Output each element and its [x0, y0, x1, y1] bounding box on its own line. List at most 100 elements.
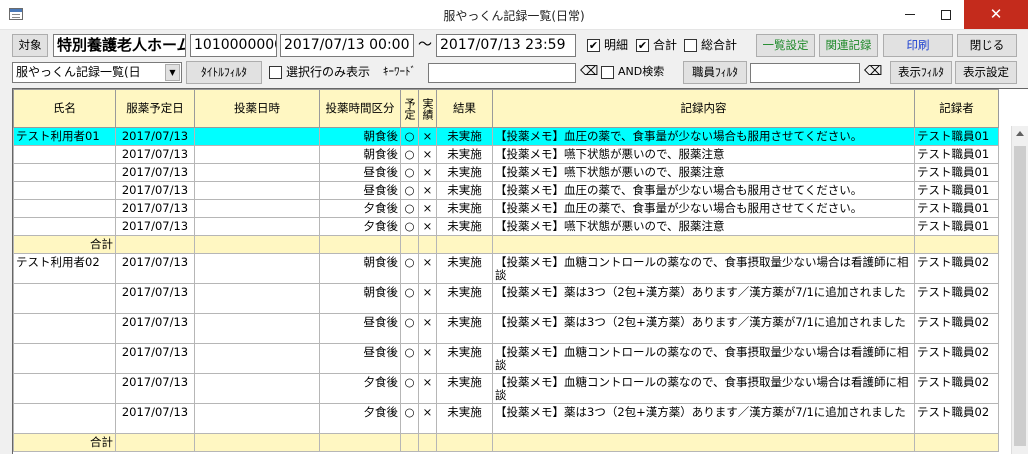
table-row[interactable]: 2017/07/13 夕食後 ○ × 未実施 【投薬メモ】薬は3つ（2包+漢方薬）あります… [13, 403, 999, 434]
table-row[interactable]: 2017/07/13 昼食後 ○ × 未実施 【投薬メモ】血糖コントロールの薬なので、食事… [13, 343, 999, 374]
column-header-name[interactable]: 氏名 [13, 89, 116, 128]
staff-filter-input[interactable] [750, 63, 860, 83]
cell-dose-time [194, 373, 320, 404]
cell-name [13, 163, 116, 182]
display-filter-button[interactable]: 表示ﾌｨﾙﾀ [890, 61, 952, 84]
subtotal-cell [492, 235, 915, 254]
column-header-scheduled-date[interactable]: 服薬予定日 [115, 89, 195, 128]
close-button[interactable]: 閉じる [957, 34, 1017, 57]
cell-recorder: テスト職員02 [914, 343, 999, 374]
cell-scheduled-date: 2017/07/13 [115, 253, 195, 284]
column-header-dose-time[interactable]: 投薬日時 [194, 89, 320, 128]
record-grid[interactable]: 氏名 服薬予定日 投薬日時 投薬時間区分 予定 実績 結果 記録内容 記録者 テ… [12, 88, 1028, 454]
and-search-checkbox[interactable] [601, 66, 614, 79]
column-header-content[interactable]: 記録内容 [492, 89, 915, 128]
column-header-time-period[interactable]: 投薬時間区分 [319, 89, 401, 128]
cell-plan: ○ [400, 343, 419, 374]
subtotal-cell [418, 433, 437, 452]
column-header-plan[interactable]: 予定 [400, 89, 419, 128]
window-title: 服やっくん記録一覧(日常) [443, 9, 585, 23]
cell-scheduled-date: 2017/07/13 [115, 373, 195, 404]
table-row[interactable]: 2017/07/13 夕食後 ○ × 未実施 【投薬メモ】血糖コントロールの薬なので、食事… [13, 373, 999, 404]
subtotal-row[interactable]: 合計 [13, 235, 999, 254]
table-row[interactable]: テスト利用者02 2017/07/13 朝食後 ○ × 未実施 【投薬メモ】血糖コントロール… [13, 253, 999, 284]
cell-content: 【投薬メモ】血糖コントロールの薬なので、食事摂取量少ない場合は看護師に相談 [492, 373, 915, 404]
scroll-up-icon[interactable] [1016, 131, 1024, 136]
table-header: 氏名 服薬予定日 投薬日時 投薬時間区分 予定 実績 結果 記録内容 記録者 [13, 89, 999, 128]
subtotal-cell [436, 235, 493, 254]
table-row[interactable]: 2017/07/13 朝食後 ○ × 未実施 【投薬メモ】嚥下状態が悪いので、服薬注意 テス… [13, 145, 999, 164]
cell-recorder: テスト職員01 [914, 163, 999, 182]
table-row[interactable]: 2017/07/13 昼食後 ○ × 未実施 【投薬メモ】薬は3つ（2包+漢方薬）あります… [13, 313, 999, 344]
cell-recorder: テスト職員01 [914, 127, 999, 146]
vertical-scrollbar[interactable] [1011, 126, 1028, 454]
column-header-actual[interactable]: 実績 [418, 89, 437, 128]
eraser-icon[interactable]: ⌫ [864, 61, 882, 83]
cell-dose-time [194, 163, 320, 182]
list-type-select[interactable]: 服やっくん記録一覧(日 ▼ [12, 62, 182, 83]
cell-content: 【投薬メモ】薬は3つ（2包+漢方薬）あります／漢方薬が7/1に追加されました [492, 283, 915, 314]
subtotal-row[interactable]: 合計 [13, 433, 999, 452]
table-row[interactable]: 2017/07/13 朝食後 ○ × 未実施 【投薬メモ】薬は3つ（2包+漢方薬）あります… [13, 283, 999, 314]
table-row[interactable]: 2017/07/13 昼食後 ○ × 未実施 【投薬メモ】嚥下状態が悪いので、服薬注意 テス… [13, 163, 999, 182]
close-window-button[interactable]: ✕ [964, 0, 1028, 29]
related-records-button[interactable]: 関連記録 [819, 34, 878, 57]
date-to-field[interactable]: 2017/07/13 23:59 [436, 34, 576, 57]
cell-name [13, 403, 116, 434]
cell-recorder: テスト職員02 [914, 403, 999, 434]
cell-name [13, 181, 116, 200]
close-icon: ✕ [989, 5, 1003, 23]
cell-actual: × [418, 217, 437, 236]
keyword-input[interactable] [428, 63, 576, 83]
minimize-icon [905, 14, 915, 15]
column-header-recorder[interactable]: 記録者 [914, 89, 999, 128]
cell-dose-time [194, 253, 320, 284]
cell-plan: ○ [400, 283, 419, 314]
cell-time-period: 夕食後 [319, 373, 401, 404]
facility-code-field[interactable]: 1010000000 [190, 34, 277, 57]
table-row[interactable]: 2017/07/13 夕食後 ○ × 未実施 【投薬メモ】嚥下状態が悪いので、服薬注意 テス… [13, 217, 999, 236]
cell-content: 【投薬メモ】血圧の薬で、食事量が少ない場合も服用させてください。 [492, 181, 915, 200]
cell-result: 未実施 [436, 373, 493, 404]
cell-result: 未実施 [436, 313, 493, 344]
eraser-icon[interactable]: ⌫ [580, 61, 598, 83]
cell-time-period: 昼食後 [319, 313, 401, 344]
table-row[interactable]: 2017/07/13 昼食後 ○ × 未実施 【投薬メモ】血圧の薬で、食事量が少ない場合も… [13, 181, 999, 200]
facility-name-field[interactable]: 特別養護老人ホーム [53, 34, 186, 57]
minimize-button[interactable] [893, 0, 927, 29]
cell-result: 未実施 [436, 403, 493, 434]
list-settings-button[interactable]: 一覧設定 [756, 34, 815, 57]
column-header-result[interactable]: 結果 [436, 89, 493, 128]
check-icon: ✔ [637, 39, 648, 52]
display-settings-button[interactable]: 表示設定 [955, 61, 1017, 84]
staff-filter-button[interactable]: 職員ﾌｨﾙﾀ [683, 61, 747, 84]
date-from-field[interactable]: 2017/07/13 00:00 [280, 34, 414, 57]
cell-dose-time [194, 343, 320, 374]
scrollbar-thumb[interactable] [1014, 146, 1026, 446]
selected-only-checkbox[interactable] [269, 66, 282, 79]
detail-checkbox[interactable]: ✔ [587, 39, 600, 52]
cell-plan: ○ [400, 145, 419, 164]
target-button[interactable]: 対象 [12, 34, 48, 57]
subtotal-label: 合計 [13, 433, 116, 452]
cell-recorder: テスト職員01 [914, 181, 999, 200]
cell-plan: ○ [400, 127, 419, 146]
grand-total-checkbox[interactable] [684, 39, 697, 52]
cell-actual: × [418, 181, 437, 200]
cell-content: 【投薬メモ】薬は3つ（2包+漢方薬）あります／漢方薬が7/1に追加されました [492, 313, 915, 344]
cell-result: 未実施 [436, 145, 493, 164]
cell-result: 未実施 [436, 199, 493, 218]
maximize-button[interactable] [929, 0, 963, 29]
table-row[interactable]: テスト利用者01 2017/07/13 朝食後 ○ × 未実施 【投薬メモ】血圧の薬で、食事… [13, 127, 999, 146]
subtotal-cell [319, 235, 401, 254]
cell-actual: × [418, 127, 437, 146]
print-button[interactable]: 印刷 [883, 34, 953, 57]
cell-recorder: テスト職員02 [914, 283, 999, 314]
table-row[interactable]: 2017/07/13 夕食後 ○ × 未実施 【投薬メモ】血圧の薬で、食事量が少ない場合も… [13, 199, 999, 218]
cell-time-period: 昼食後 [319, 181, 401, 200]
total-checkbox[interactable]: ✔ [636, 39, 649, 52]
chevron-down-icon[interactable]: ▼ [165, 64, 180, 81]
cell-dose-time [194, 283, 320, 314]
title-filter-button[interactable]: ﾀｲﾄﾙﾌｨﾙﾀ [186, 61, 262, 84]
cell-result: 未実施 [436, 127, 493, 146]
